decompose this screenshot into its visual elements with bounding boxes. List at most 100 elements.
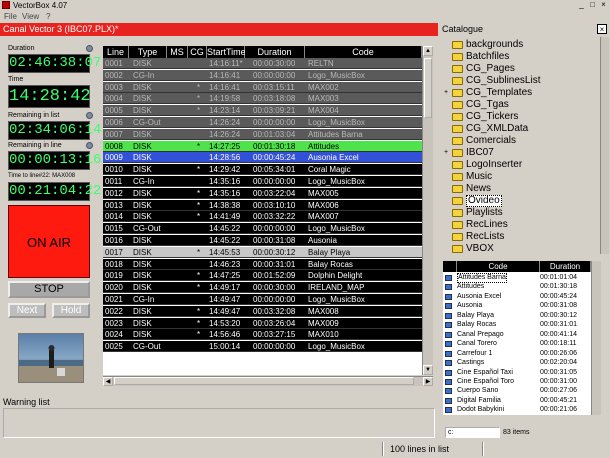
table-row[interactable]: 0023 DISK * 14:53:20 00:03:26:04 MAX009 xyxy=(103,317,422,329)
catalogue-table: Code Duration Attitudes Barna 00:01:01:04… xyxy=(443,261,591,415)
table-row[interactable]: 0025 CG-Out 15:00:14 00:00:00:00 Logo_MusicB… xyxy=(103,341,422,353)
table-row[interactable]: 0001 DISK 14:16:11* 00:00:30:00 RELTN xyxy=(103,58,422,69)
cell-code: Attitudes Barna xyxy=(308,129,363,139)
cell-type: CG-In xyxy=(133,295,155,304)
on-air-button[interactable]: ON AIR xyxy=(8,205,90,278)
cell-cg: * xyxy=(197,247,201,257)
menu-help[interactable]: ? xyxy=(46,11,50,22)
cell-type: CG-Out xyxy=(133,342,161,352)
table-row[interactable]: 0009 DISK 14:28:56 00:00:45:24 Ausonia Excel xyxy=(103,152,422,164)
cell-dur: 00:00:30:00 xyxy=(253,283,296,293)
cell-line: 0001 xyxy=(105,59,123,68)
hold-button[interactable]: Hold xyxy=(52,303,90,318)
channel-title: Canal Vector 3 (IBC07.PLX)* xyxy=(0,23,438,36)
cell-code: MAX002 xyxy=(308,82,339,92)
cell-start: 15:00:14 xyxy=(209,342,241,352)
expand-icon[interactable]: + xyxy=(444,87,448,99)
scroll-up-icon[interactable]: ▲ xyxy=(423,46,433,56)
duration-label: Duration xyxy=(8,45,35,52)
tree-scrollbar[interactable] xyxy=(600,37,609,254)
close-button[interactable]: × xyxy=(599,0,608,9)
col-header-code[interactable]: Code xyxy=(305,46,422,58)
table-row[interactable]: 0020 DISK * 14:49:17 00:00:30:00 IRELAND_MAP xyxy=(103,282,422,294)
table-row[interactable]: 0002 CG-In 14:16:41 00:00:00:00 Logo_MusicBo… xyxy=(103,69,422,81)
table-row[interactable]: 0008 DISK * 14:27:25 00:01:30:18 Attitudes xyxy=(103,140,422,152)
cell-line: 0024 xyxy=(105,330,123,340)
grid-hscroll-thumb[interactable] xyxy=(114,377,414,385)
cell-dur: 00:00:30:12 xyxy=(253,247,296,257)
maximize-button[interactable]: □ xyxy=(588,0,597,9)
table-row[interactable]: 0014 DISK * 14:41:49 00:03:32:22 MAX007 xyxy=(103,211,422,223)
table-row[interactable]: 0006 CG-Out 14:26:24 00:00:00:00 Logo_MusicB… xyxy=(103,117,422,128)
folder-label: Playlists xyxy=(466,207,503,218)
next-button[interactable]: Next xyxy=(8,303,46,318)
folder-label: RecLists xyxy=(466,231,505,242)
col-header-ms[interactable]: MS xyxy=(167,46,188,58)
cat-col-code[interactable]: Code xyxy=(457,261,540,272)
table-row[interactable]: 0017 DISK * 14:45:53 00:00:30:12 Balay Playa xyxy=(103,246,422,258)
cell-type: DISK xyxy=(133,236,152,245)
table-row[interactable]: 0019 DISK * 14:47:25 00:01:52:09 Dolphin Deli… xyxy=(103,270,422,282)
cell-dur: 00:00:00:00 xyxy=(253,224,296,234)
folder-label: CG_Pages xyxy=(466,63,515,74)
cell-start: 14:49:47 xyxy=(209,295,241,304)
app-icon xyxy=(2,1,10,9)
catalogue-close-button[interactable]: × xyxy=(597,24,607,34)
cell-type: DISK xyxy=(133,106,152,116)
cell-line: 0012 xyxy=(105,188,123,198)
cat-table-scrollbar[interactable] xyxy=(591,261,601,415)
col-header-line[interactable]: Line xyxy=(103,46,129,58)
col-header-cg[interactable]: CG xyxy=(188,46,207,58)
minimize-button[interactable]: _ xyxy=(577,0,586,9)
folder-label: Batchfiles xyxy=(466,51,510,62)
table-row[interactable]: 0010 DISK * 14:29:42 00:05:34:01 Coral Magic xyxy=(103,164,422,176)
menu-view[interactable]: View xyxy=(22,11,39,22)
cell-start: 14:41:49 xyxy=(209,212,241,222)
cell-line: 0015 xyxy=(105,224,123,234)
cell-start: 14:35:16 xyxy=(209,188,241,198)
cell-dur: 00:01:30:18 xyxy=(253,141,296,151)
grid-hscrollbar[interactable]: ◀ ▶ xyxy=(103,376,433,386)
scroll-left-icon[interactable]: ◀ xyxy=(103,377,113,386)
table-row[interactable]: 0018 DISK 14:46:23 00:00:31:01 Balay Rocas xyxy=(103,258,422,270)
table-row[interactable]: 0024 DISK * 14:56:46 00:03:27:15 MAX010 xyxy=(103,329,422,341)
table-row[interactable]: 0016 DISK 14:45:22 00:00:31:08 Ausonia xyxy=(103,235,422,246)
item-count: 83 items xyxy=(503,429,530,436)
grid-scroll-thumb[interactable] xyxy=(424,58,432,118)
menu-file[interactable]: File xyxy=(4,11,17,22)
warning-list xyxy=(3,408,435,438)
table-row[interactable]: 0004 DISK * 14:19:58 00:03:18:08 MAX003 xyxy=(103,93,422,105)
cell-code: Logo_MusicBox xyxy=(308,342,365,352)
table-row[interactable]: 0021 CG-In 14:49:47 00:00:00:00 Logo_MusicBo… xyxy=(103,294,422,305)
table-row[interactable]: 0012 DISK * 14:35:16 00:03:22:04 MAX005 xyxy=(103,187,422,199)
cell-code: Ausonia xyxy=(308,236,337,245)
table-row[interactable]: 0022 DISK * 14:49:47 00:03:32:08 MAX008 xyxy=(103,305,422,317)
folder-label: backgrounds xyxy=(466,39,524,50)
drive-select[interactable]: c: xyxy=(445,427,500,438)
table-row[interactable]: 0007 DISK 14:26:24 00:01:03:04 Attitudes Bar… xyxy=(103,128,422,140)
cell-dur: 00:00:00:00 xyxy=(253,70,296,80)
preview-thumbnail xyxy=(18,333,84,383)
col-header-type[interactable]: Type xyxy=(129,46,167,58)
table-row[interactable]: 0003 DISK * 14:16:41 00:03:15:11 MAX002 xyxy=(103,81,422,93)
scroll-down-icon[interactable]: ▼ xyxy=(423,365,433,375)
grid-scrollbar[interactable]: ▲ ▼ xyxy=(422,46,433,375)
clip-icon xyxy=(445,312,452,319)
folder-icon xyxy=(452,41,463,49)
col-header-starttime[interactable]: StartTime xyxy=(207,46,246,58)
cell-dur: 00:01:03:04 xyxy=(253,129,296,139)
expand-icon[interactable]: + xyxy=(444,147,448,159)
folder-icon xyxy=(452,221,463,229)
table-row[interactable]: 0013 DISK * 14:38:38 00:03:10:10 MAX006 xyxy=(103,199,422,211)
cell-code: Logo_MusicBox xyxy=(308,177,365,186)
stop-button[interactable]: STOP xyxy=(8,281,90,298)
list-item[interactable]: Dodot Babykini 00:00:21:06 xyxy=(443,405,591,415)
cell-start: 14:56:46 xyxy=(209,330,241,340)
table-row[interactable]: 0005 DISK * 14:23:14 00:03:09:21 MAX004 xyxy=(103,105,422,117)
cell-code: MAX010 xyxy=(308,330,339,340)
scroll-right-icon[interactable]: ▶ xyxy=(423,377,433,386)
table-row[interactable]: 0011 CG-In 14:35:16 00:00:00:00 Logo_MusicBo… xyxy=(103,176,422,187)
cat-col-duration[interactable]: Duration xyxy=(540,261,591,272)
table-row[interactable]: 0015 CG-Out 14:45:22 00:00:00:00 Logo_MusicB… xyxy=(103,223,422,235)
col-header-duration[interactable]: Duration xyxy=(245,46,305,58)
